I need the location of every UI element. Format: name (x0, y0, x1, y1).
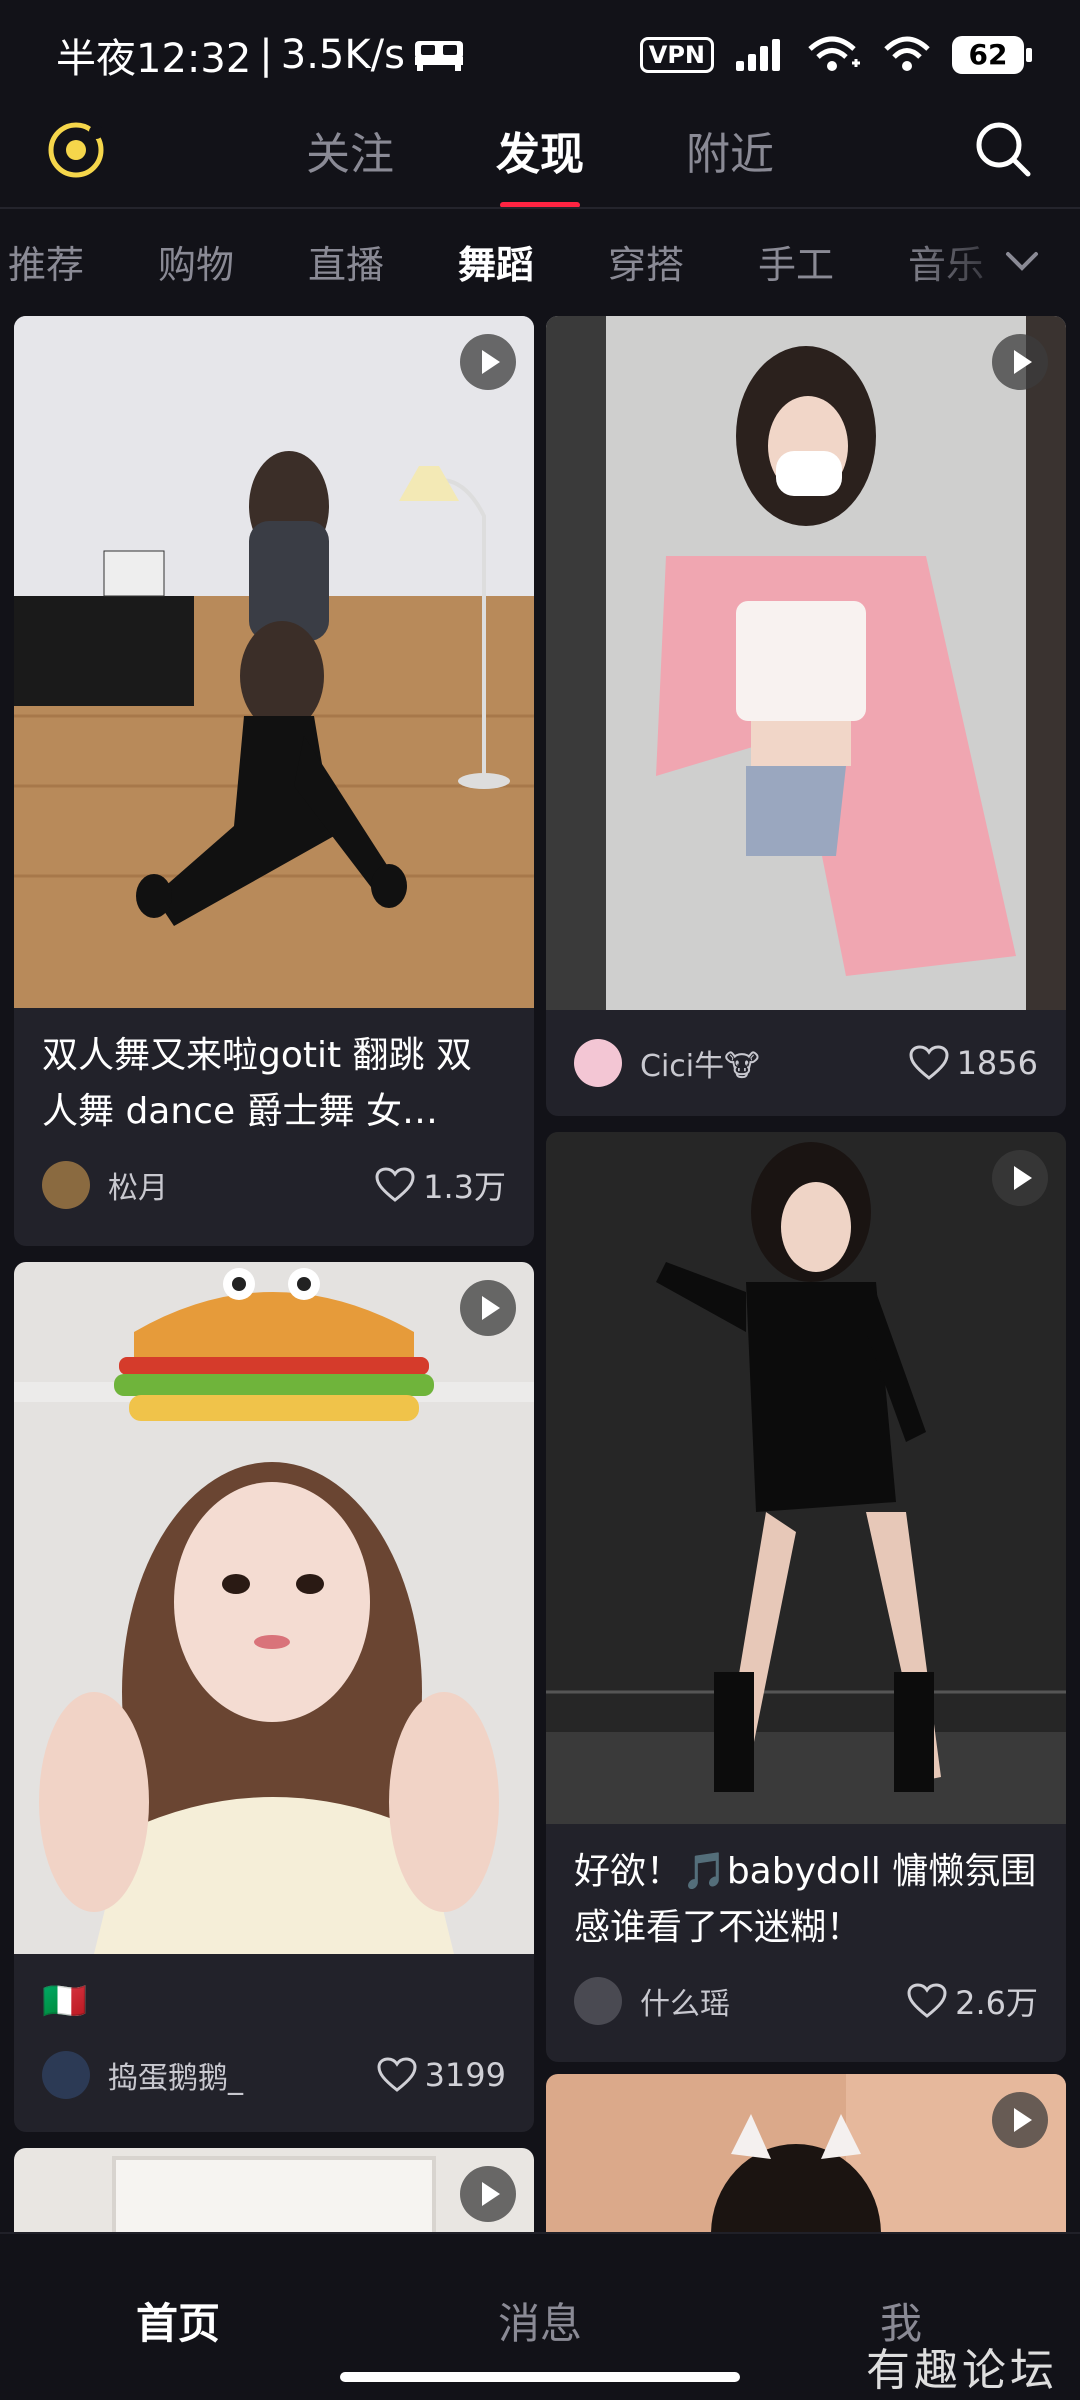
chevron-down-icon[interactable] (1000, 238, 1044, 282)
category-fade (900, 220, 1080, 302)
card-thumbnail (546, 1132, 1066, 1824)
card-meta: 捣蛋鹅鹅_ 3199 (14, 2030, 534, 2120)
like-button[interactable]: 3199 (377, 2056, 506, 2094)
status-right: VPN 62 (639, 35, 1032, 75)
bed-icon (414, 41, 463, 71)
battery-indicator: 62 (952, 36, 1032, 74)
like-count: 1856 (956, 1044, 1038, 1082)
card-thumbnail (14, 316, 534, 1008)
tab-follow[interactable]: 关注 (306, 118, 394, 182)
vpn-badge: VPN (639, 37, 714, 73)
card-thumbnail (546, 2074, 1066, 2232)
author-name[interactable]: 什么瑶 (640, 1979, 907, 2023)
cat-ears-image (546, 2074, 1066, 2232)
like-button[interactable]: 1.3万 (375, 1162, 506, 1208)
black-outfit-dance-image (546, 1132, 1066, 1824)
wifi-plus-icon (808, 36, 860, 71)
card-thumbnail (14, 1262, 534, 1954)
like-button[interactable]: 2.6万 (907, 1978, 1038, 2024)
category-handcraft[interactable]: 手工 (758, 234, 834, 289)
feed-card[interactable] (14, 2148, 534, 2232)
play-icon[interactable] (460, 334, 516, 390)
bottom-nav-messages[interactable]: 消息 (498, 2290, 582, 2351)
signal-icon (736, 39, 780, 71)
like-button[interactable]: 1856 (909, 1044, 1038, 1082)
tab-nearby[interactable]: 附近 (686, 118, 774, 182)
nav-divider (0, 207, 1080, 209)
tab-nearby-label: 附近 (686, 129, 774, 180)
watermark: 有趣论坛 (866, 2345, 1058, 2396)
pink-jacket-dance-image (546, 316, 1066, 1010)
category-live[interactable]: 直播 (308, 234, 384, 289)
like-count: 2.6万 (955, 1984, 1038, 2022)
category-bar: 推荐 购物 直播 舞蹈 穿搭 手工 音乐 (0, 220, 1080, 302)
home-indicator[interactable] (340, 2372, 740, 2382)
card-meta: 松月 1.3万 (14, 1140, 534, 1230)
tab-discover-label: 发现 (496, 129, 584, 180)
feed-card[interactable] (546, 2074, 1066, 2232)
wifi-icon (884, 36, 930, 71)
card-meta: Cici牛🐮 1856 (546, 1010, 1066, 1116)
author-name[interactable]: 捣蛋鹅鹅_ (108, 2053, 377, 2097)
author-name[interactable]: Cici牛🐮 (640, 1041, 909, 1085)
like-count: 1.3万 (423, 1168, 506, 1206)
play-icon[interactable] (460, 1280, 516, 1336)
avatar[interactable] (42, 2051, 90, 2099)
card-title: 双人舞又来啦gotit 翻跳 双人舞 dance 爵士舞 女… (42, 1035, 472, 1132)
author-name[interactable]: 松月 (108, 1163, 375, 1207)
category-dance[interactable]: 舞蹈 (458, 234, 534, 289)
status-bar: 半夜12:32 | 3.5K/s VPN 62 (0, 0, 1080, 110)
card-thumbnail (546, 316, 1066, 1010)
category-recommend[interactable]: 推荐 (8, 234, 84, 289)
bottom-nav: 首页 消息 我 有趣论坛 (0, 2232, 1080, 2400)
dance-room-image (14, 316, 534, 1008)
tab-discover[interactable]: 发现 (496, 118, 584, 208)
avatar[interactable] (42, 1161, 90, 1209)
heart-icon (375, 1167, 415, 1202)
burger-filter-selfie-image (14, 1262, 534, 1954)
card-thumbnail (14, 2148, 534, 2232)
network-speed: 3.5K/s (280, 32, 405, 78)
search-icon[interactable] (972, 118, 1034, 180)
nav-tabs: 关注 发现 附近 (0, 110, 1080, 208)
feed-card[interactable]: 🇮🇹 捣蛋鹅鹅_ 3199 (14, 1262, 534, 2132)
heart-icon (909, 1045, 949, 1080)
heart-icon (377, 2057, 417, 2092)
status-left: 半夜12:32 | 3.5K/s (56, 26, 465, 84)
feed-card[interactable]: 好欲！🎵babydoll 慵懒氛围感谁看了不迷糊！ 什么瑶 2.6万 (546, 1132, 1066, 2062)
status-time: 半夜12:32 (56, 36, 252, 82)
card-title: 🇮🇹 (42, 1981, 87, 2022)
play-icon[interactable] (992, 2092, 1048, 2148)
feed-card[interactable]: Cici牛🐮 1856 (546, 316, 1066, 1116)
tab-follow-label: 关注 (306, 129, 394, 180)
feed: 双人舞又来啦gotit 翻跳 双人舞 dance 爵士舞 女… 松月 1.3万 (0, 316, 1080, 2232)
play-icon[interactable] (460, 2166, 516, 2222)
card-title: 好欲！🎵babydoll 慵懒氛围感谁看了不迷糊！ (574, 1851, 1037, 1948)
status-separator: | (259, 32, 273, 78)
play-icon[interactable] (992, 1150, 1048, 1206)
play-icon[interactable] (992, 334, 1048, 390)
top-nav: 关注 发现 附近 (0, 110, 1080, 208)
category-outfit[interactable]: 穿搭 (608, 234, 684, 289)
avatar[interactable] (574, 1039, 622, 1087)
category-shopping[interactable]: 购物 (158, 234, 234, 289)
feed-card[interactable]: 双人舞又来啦gotit 翻跳 双人舞 dance 爵士舞 女… 松月 1.3万 (14, 316, 534, 1246)
like-count: 3199 (424, 2056, 506, 2094)
bottom-nav-home[interactable]: 首页 (136, 2290, 220, 2351)
door-room-image (14, 2148, 534, 2232)
card-meta: 什么瑶 2.6万 (546, 1956, 1066, 2046)
heart-icon (907, 1983, 947, 2018)
avatar[interactable] (574, 1977, 622, 2025)
